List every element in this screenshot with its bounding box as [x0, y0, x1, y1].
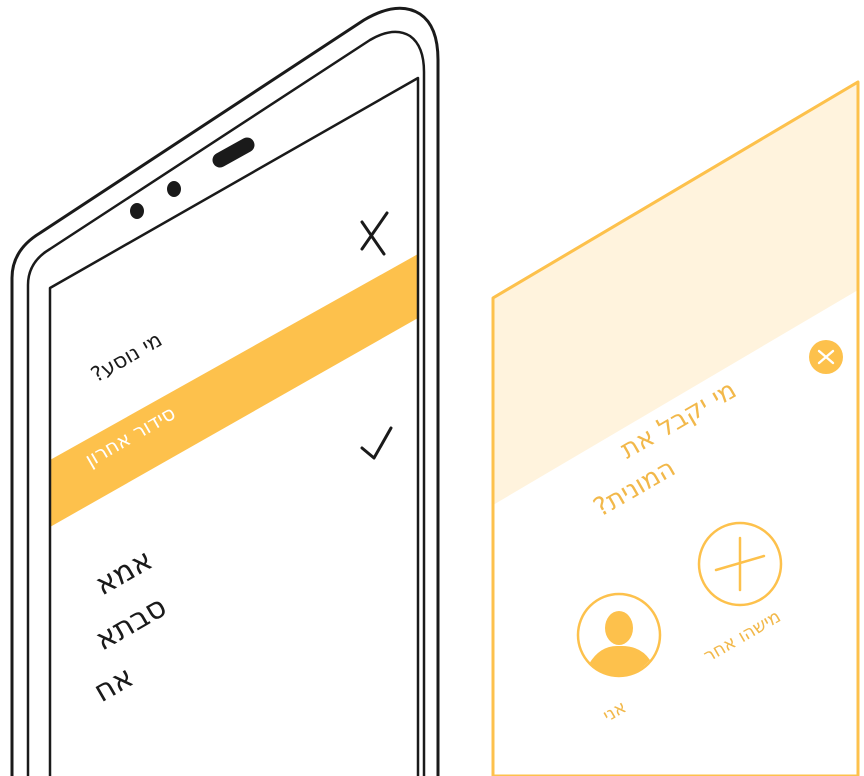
phone: מי נוסע? סידור אחרון אמא סבתא אח: [10, 6, 440, 776]
scene: מי יקבל את המונית? מישהו אחר אני מי נוסע…: [0, 0, 864, 776]
card-close-button[interactable]: [809, 340, 843, 374]
front-sensor-dot: [167, 181, 181, 197]
earpiece-speaker: [212, 137, 255, 168]
front-camera-dot: [130, 203, 144, 219]
taxi-card: מי יקבל את המונית? מישהו אחר אני: [491, 80, 860, 776]
